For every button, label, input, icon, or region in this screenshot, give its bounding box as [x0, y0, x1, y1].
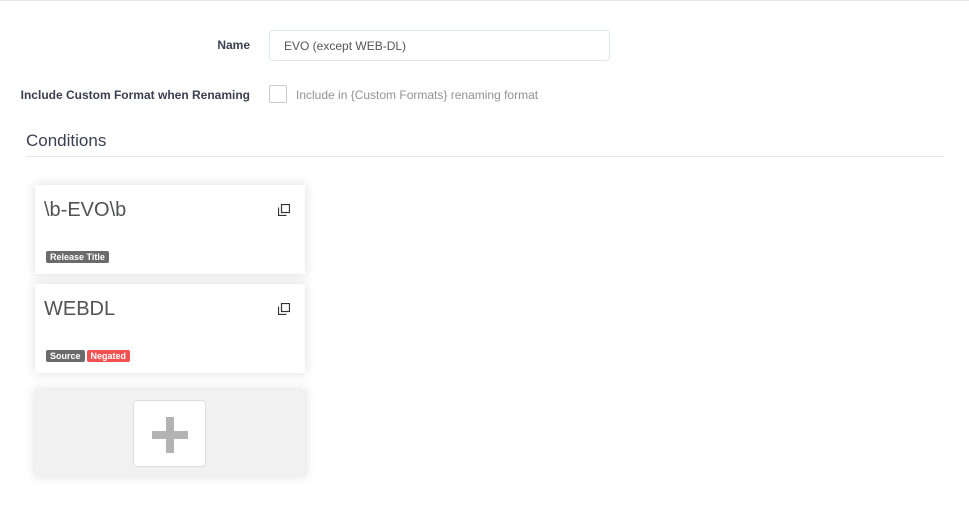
add-condition-card[interactable] — [35, 390, 305, 476]
condition-tags: Release Title — [46, 251, 109, 263]
top-divider — [0, 0, 969, 1]
condition-tags: Source Negated — [46, 350, 131, 362]
condition-card[interactable]: WEBDL Source Negated — [35, 284, 305, 373]
condition-card[interactable]: \b-EVO\b Release Title — [35, 185, 305, 274]
include-custom-format-label: Include Custom Format when Renaming — [20, 88, 250, 102]
add-condition-button[interactable] — [133, 400, 206, 467]
condition-name: WEBDL — [44, 298, 116, 320]
name-input[interactable] — [269, 30, 610, 61]
clone-icon[interactable] — [278, 303, 290, 315]
name-label: Name — [217, 38, 250, 52]
clone-icon[interactable] — [278, 204, 290, 216]
include-custom-format-checkbox[interactable] — [269, 85, 287, 103]
tag-negated: Negated — [86, 350, 131, 362]
tag-source: Source — [46, 350, 85, 362]
tag-release-title: Release Title — [46, 251, 109, 263]
include-custom-format-help: Include in {Custom Formats} renaming for… — [296, 88, 539, 102]
conditions-title: Conditions — [26, 131, 107, 150]
plus-icon — [152, 417, 188, 453]
conditions-divider — [26, 156, 944, 157]
condition-name: \b-EVO\b — [44, 199, 127, 221]
